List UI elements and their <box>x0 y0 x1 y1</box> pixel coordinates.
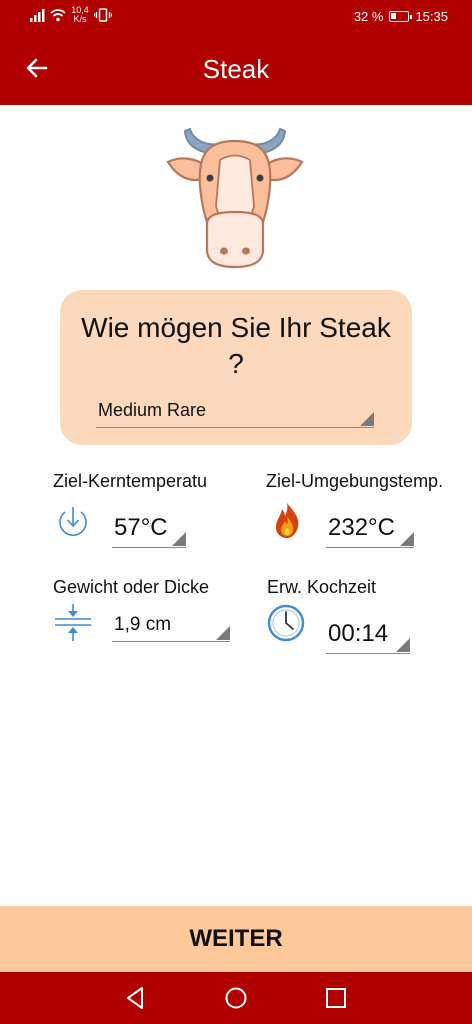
battery-icon <box>389 11 413 22</box>
status-bar: 10,4 K/s 32 % 15:35 <box>0 0 472 33</box>
dropdown-caret-icon <box>396 638 410 652</box>
status-right: 32 % 15:35 <box>354 9 448 24</box>
system-nav-bar <box>0 972 472 1024</box>
core-temp-value: 57°C <box>114 514 168 541</box>
net-speed: 10,4 K/s <box>70 6 90 24</box>
dropdown-caret-icon <box>216 626 230 640</box>
core-temp-dropdown[interactable]: 57°C <box>112 508 186 548</box>
doneness-card: Wie mögen Sie Ihr Steak ? Medium Rare <box>60 290 412 445</box>
cook-time-value: 00:14 <box>328 620 389 647</box>
flame-icon <box>276 503 299 538</box>
core-temp-label: Ziel-Kerntemperatu <box>53 471 208 491</box>
ambient-temp-label: Ziel-Umgebungstemp. <box>266 471 444 491</box>
cow-head-icon <box>166 127 304 269</box>
vibrate-icon <box>94 8 112 22</box>
battery-level <box>391 13 397 19</box>
cook-time-label: Erw. Kochzeit <box>267 577 377 597</box>
battery-percent: 32 % <box>353 9 384 24</box>
wifi-icon <box>50 9 66 22</box>
thermometer-arrow-down-icon <box>59 507 87 537</box>
back-button[interactable] <box>20 51 54 85</box>
weight-label: Gewicht oder Dicke <box>53 577 210 597</box>
cook-time-dropdown[interactable]: 00:14 <box>326 612 410 654</box>
dropdown-caret-icon <box>400 532 414 546</box>
dropdown-caret-icon <box>360 412 374 426</box>
doneness-value: Medium Rare <box>98 400 207 420</box>
nav-back-icon[interactable] <box>122 984 150 1012</box>
doneness-question: Wie mögen Sie Ihr Steak ? <box>81 312 391 379</box>
thickness-icon <box>55 604 91 641</box>
page-title: Steak <box>202 54 270 84</box>
nav-home-icon[interactable] <box>222 984 250 1012</box>
net-speed-unit: K/s <box>73 14 87 24</box>
clock-time: 15:35 <box>415 9 448 24</box>
weight-dropdown[interactable]: 1,9 cm <box>112 610 230 642</box>
clock-icon <box>267 604 305 642</box>
next-button-label: WEITER <box>189 925 283 952</box>
weight-value: 1,9 cm <box>114 614 172 635</box>
dropdown-caret-icon <box>172 532 186 546</box>
next-button[interactable]: WEITER <box>0 906 472 972</box>
ambient-temp-value: 232°C <box>328 514 395 541</box>
status-left: 10,4 K/s <box>30 6 112 24</box>
arrow-left-icon <box>26 58 48 78</box>
doneness-dropdown[interactable]: Medium Rare <box>96 398 374 428</box>
app-bar: Steak <box>0 33 472 105</box>
nav-recents-icon[interactable] <box>322 984 350 1012</box>
ambient-temp-dropdown[interactable]: 232°C <box>326 508 414 548</box>
signal-icon <box>30 9 45 22</box>
